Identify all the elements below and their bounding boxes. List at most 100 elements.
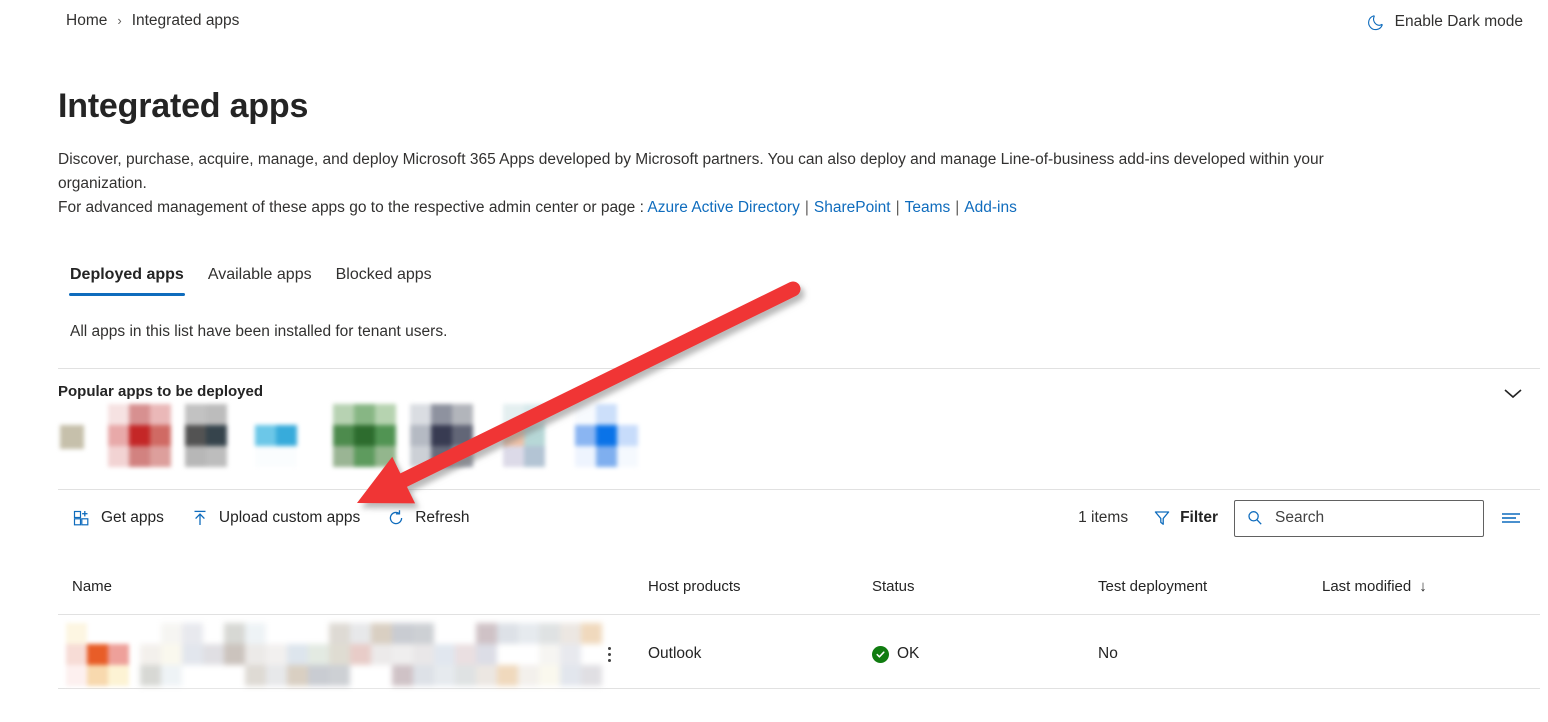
redacted-pixel [108,446,129,467]
row-app-icon-redacted [66,620,141,688]
search-input[interactable] [1273,508,1477,528]
redacted-pixel [410,425,431,446]
redacted-app-icon-2[interactable] [108,404,171,467]
column-header-last-modified[interactable]: Last modified ↓ [1322,578,1427,595]
tab-blocked-apps-label: Blocked apps [335,266,432,283]
redacted-app-icon-1[interactable] [60,425,84,449]
tab-available-apps[interactable]: Available apps [196,260,324,296]
divider-above-command-bar [58,489,1540,490]
redacted-pixel [108,622,129,644]
column-header-host-products[interactable]: Host products [648,578,741,595]
column-header-name[interactable]: Name [72,578,112,595]
redacted-app-icon-7[interactable] [503,404,545,467]
redacted-pixel [518,664,539,686]
divider-below-table-row [58,688,1540,689]
command-bar: Get apps Upload custom apps Refresh [62,498,486,538]
list-options-icon[interactable] [1496,503,1526,533]
enable-dark-mode-button[interactable]: Enable Dark mode [1366,12,1523,32]
redacted-app-icon-6[interactable] [410,404,473,467]
redacted-pixel [266,643,287,665]
redacted-pixel [410,404,431,425]
redacted-pixel [329,643,350,665]
search-icon [1245,508,1265,528]
redacted-pixel [596,446,617,467]
redacted-pixel [617,446,638,467]
redacted-pixel [66,643,87,665]
column-header-test-deployment[interactable]: Test deployment [1098,578,1207,595]
redacted-pixel [60,425,84,449]
redacted-pixel [333,425,354,446]
filter-icon [1152,508,1172,528]
column-header-name-label: Name [72,578,113,595]
redacted-pixel [375,425,396,446]
redacted-app-icon-5[interactable] [333,404,396,467]
search-box[interactable] [1234,499,1484,537]
redacted-pixel [434,643,455,665]
tab-deployed-apps[interactable]: Deployed apps [58,260,196,296]
redacted-pixel [596,404,617,425]
redacted-pixel [329,664,350,686]
redacted-pixel [452,425,473,446]
redacted-pixel [524,425,545,446]
redacted-pixel [66,664,87,686]
column-header-status[interactable]: Status [872,578,915,595]
get-apps-icon [72,508,92,528]
column-header-host-products-label: Host products [648,578,741,595]
redacted-pixel [518,643,539,665]
link-azure-active-directory[interactable]: Azure Active Directory [647,199,799,216]
get-apps-button[interactable]: Get apps [62,502,174,534]
tab-blocked-apps[interactable]: Blocked apps [324,260,444,296]
refresh-button[interactable]: Refresh [376,502,479,534]
redacted-pixel [224,664,245,686]
redacted-pixel [354,446,375,467]
redacted-pixel [413,622,434,644]
filter-button[interactable]: Filter [1152,508,1218,528]
link-teams[interactable]: Teams [905,199,951,216]
column-header-test-deployment-label: Test deployment [1098,578,1208,595]
link-add-ins[interactable]: Add-ins [964,199,1017,216]
redacted-pixel [455,643,476,665]
breadcrumb-separator-icon: › [117,12,122,28]
redacted-pixel [129,404,150,425]
redacted-pixel [413,664,434,686]
page-description: Discover, purchase, acquire, manage, and… [58,148,1498,220]
redacted-app-icon-3[interactable] [185,404,227,467]
status-ok-icon [872,645,889,663]
breadcrumb-current: Integrated apps [131,12,240,29]
breadcrumb-home[interactable]: Home [66,12,107,30]
redacted-pixel [108,404,129,425]
redacted-pixel [108,643,129,665]
tab-list: Deployed apps Available apps Blocked app… [58,260,444,296]
link-sharepoint[interactable]: SharePoint [814,199,891,216]
row-actions-button[interactable] [598,620,620,688]
redacted-pixel [87,622,108,644]
redacted-pixel [476,622,497,644]
table-row[interactable]: Outlook OK No [58,620,1540,688]
row-app-icon-pixels[interactable] [66,622,129,686]
redacted-app-icon-8[interactable] [575,404,638,467]
link-separator-1: | [804,199,809,216]
moon-icon [1366,12,1386,32]
popular-apps-icon-row [60,404,652,470]
upload-custom-apps-button[interactable]: Upload custom apps [180,502,370,534]
integrated-apps-page: Home › Integrated apps Enable Dark mode … [0,0,1548,722]
row-app-name-pixels[interactable] [140,622,602,686]
more-options-icon[interactable] [598,636,620,672]
redacted-pixel [371,643,392,665]
redacted-pixel [140,622,161,644]
get-apps-label: Get apps [101,509,164,526]
redacted-pixel [455,664,476,686]
redacted-pixel [524,446,545,467]
redacted-pixel [392,622,413,644]
link-separator-2: | [895,199,900,216]
redacted-pixel [182,622,203,644]
command-bar-right: 1 items Filter [1078,498,1526,538]
redacted-pixel [350,643,371,665]
redacted-pixel [245,643,266,665]
chevron-down-icon[interactable] [1496,378,1530,408]
redacted-pixel [503,404,524,425]
redacted-pixel [185,446,206,467]
redacted-pixel [333,446,354,467]
redacted-pixel [575,425,596,446]
redacted-app-icon-4[interactable] [255,425,297,467]
